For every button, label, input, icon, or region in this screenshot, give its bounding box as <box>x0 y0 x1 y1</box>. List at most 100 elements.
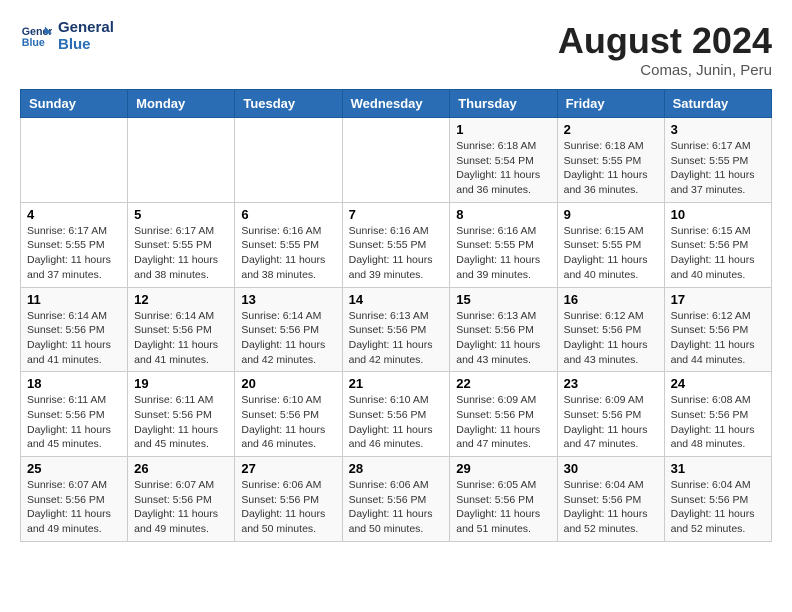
day-number: 13 <box>241 292 335 307</box>
calendar-cell: 30 Sunrise: 6:04 AM Sunset: 5:56 PM Dayli… <box>557 457 664 542</box>
calendar-cell: 22 Sunrise: 6:09 AM Sunset: 5:56 PM Dayli… <box>450 372 557 457</box>
day-number: 3 <box>671 122 765 137</box>
calendar-cell: 27 Sunrise: 6:06 AM Sunset: 5:56 PM Dayli… <box>235 457 342 542</box>
day-info: Sunrise: 6:13 AM Sunset: 5:56 PM Dayligh… <box>456 309 550 368</box>
day-number: 14 <box>349 292 444 307</box>
day-number: 16 <box>564 292 658 307</box>
day-number: 26 <box>134 461 228 476</box>
day-number: 18 <box>27 376 121 391</box>
calendar-cell: 31Sunrise: 6:04 AM Sunset: 5:56 PM Dayli… <box>664 457 771 542</box>
calendar-cell: 19Sunrise: 6:11 AM Sunset: 5:56 PM Dayli… <box>128 372 235 457</box>
calendar-cell: 12 Sunrise: 6:14 AM Sunset: 5:56 PM Dayli… <box>128 287 235 372</box>
title-block: August 2024 Comas, Junin, Peru <box>558 20 772 79</box>
day-info: Sunrise: 6:13 AM Sunset: 5:56 PM Dayligh… <box>349 309 444 368</box>
day-number: 31 <box>671 461 765 476</box>
day-info: Sunrise: 6:11 AM Sunset: 5:56 PM Dayligh… <box>27 393 121 452</box>
calendar-cell: 21 Sunrise: 6:10 AM Sunset: 5:56 PM Dayli… <box>342 372 450 457</box>
day-number: 30 <box>564 461 658 476</box>
day-info: Sunrise: 6:10 AM Sunset: 5:56 PM Dayligh… <box>349 393 444 452</box>
calendar-cell: 18 Sunrise: 6:11 AM Sunset: 5:56 PM Dayli… <box>21 372 128 457</box>
day-number: 24 <box>671 376 765 391</box>
svg-text:Blue: Blue <box>22 36 45 48</box>
day-number: 17 <box>671 292 765 307</box>
calendar-cell <box>128 118 235 203</box>
calendar-cell: 8Sunrise: 6:16 AM Sunset: 5:55 PM Daylig… <box>450 202 557 287</box>
day-number: 10 <box>671 207 765 222</box>
calendar-cell: 9 Sunrise: 6:15 AM Sunset: 5:55 PM Daylig… <box>557 202 664 287</box>
calendar-cell: 11 Sunrise: 6:14 AM Sunset: 5:56 PM Dayli… <box>21 287 128 372</box>
day-number: 1 <box>456 122 550 137</box>
calendar-cell: 4 Sunrise: 6:17 AM Sunset: 5:55 PM Daylig… <box>21 202 128 287</box>
day-info: Sunrise: 6:12 AM Sunset: 5:56 PM Dayligh… <box>564 309 658 368</box>
day-number: 11 <box>27 292 121 307</box>
day-number: 28 <box>349 461 444 476</box>
location: Comas, Junin, Peru <box>558 62 772 79</box>
day-number: 25 <box>27 461 121 476</box>
day-info: Sunrise: 6:05 AM Sunset: 5:56 PM Dayligh… <box>456 478 550 537</box>
day-number: 2 <box>564 122 658 137</box>
day-info: Sunrise: 6:18 AM Sunset: 5:55 PM Dayligh… <box>564 139 658 198</box>
col-header-friday: Friday <box>557 90 664 118</box>
calendar-cell: 17Sunrise: 6:12 AM Sunset: 5:56 PM Dayli… <box>664 287 771 372</box>
day-info: Sunrise: 6:15 AM Sunset: 5:56 PM Dayligh… <box>671 224 765 283</box>
logo-line1: General <box>58 20 114 37</box>
day-info: Sunrise: 6:18 AM Sunset: 5:54 PM Dayligh… <box>456 139 550 198</box>
day-info: Sunrise: 6:06 AM Sunset: 5:56 PM Dayligh… <box>349 478 444 537</box>
day-info: Sunrise: 6:04 AM Sunset: 5:56 PM Dayligh… <box>564 478 658 537</box>
col-header-monday: Monday <box>128 90 235 118</box>
calendar-body: 1 Sunrise: 6:18 AM Sunset: 5:54 PM Daylig… <box>21 118 772 542</box>
day-number: 7 <box>349 207 444 222</box>
day-number: 23 <box>564 376 658 391</box>
calendar-week-5: 25 Sunrise: 6:07 AM Sunset: 5:56 PM Dayli… <box>21 457 772 542</box>
day-info: Sunrise: 6:14 AM Sunset: 5:56 PM Dayligh… <box>134 309 228 368</box>
calendar-cell: 2 Sunrise: 6:18 AM Sunset: 5:55 PM Daylig… <box>557 118 664 203</box>
logo: General Blue General Blue <box>20 20 114 53</box>
calendar-cell: 28 Sunrise: 6:06 AM Sunset: 5:56 PM Dayli… <box>342 457 450 542</box>
calendar-week-1: 1 Sunrise: 6:18 AM Sunset: 5:54 PM Daylig… <box>21 118 772 203</box>
calendar-table: SundayMondayTuesdayWednesdayThursdayFrid… <box>20 89 772 542</box>
day-info: Sunrise: 6:08 AM Sunset: 5:56 PM Dayligh… <box>671 393 765 452</box>
day-info: Sunrise: 6:16 AM Sunset: 5:55 PM Dayligh… <box>349 224 444 283</box>
calendar-cell: 25 Sunrise: 6:07 AM Sunset: 5:56 PM Dayli… <box>21 457 128 542</box>
day-info: Sunrise: 6:17 AM Sunset: 5:55 PM Dayligh… <box>27 224 121 283</box>
day-info: Sunrise: 6:14 AM Sunset: 5:56 PM Dayligh… <box>241 309 335 368</box>
calendar-cell: 13 Sunrise: 6:14 AM Sunset: 5:56 PM Dayli… <box>235 287 342 372</box>
day-info: Sunrise: 6:14 AM Sunset: 5:56 PM Dayligh… <box>27 309 121 368</box>
day-info: Sunrise: 6:09 AM Sunset: 5:56 PM Dayligh… <box>456 393 550 452</box>
calendar-cell: 15 Sunrise: 6:13 AM Sunset: 5:56 PM Dayli… <box>450 287 557 372</box>
calendar-cell: 29 Sunrise: 6:05 AM Sunset: 5:56 PM Dayli… <box>450 457 557 542</box>
day-info: Sunrise: 6:10 AM Sunset: 5:56 PM Dayligh… <box>241 393 335 452</box>
day-number: 15 <box>456 292 550 307</box>
day-number: 12 <box>134 292 228 307</box>
col-header-thursday: Thursday <box>450 90 557 118</box>
calendar-cell: 3 Sunrise: 6:17 AM Sunset: 5:55 PM Daylig… <box>664 118 771 203</box>
day-info: Sunrise: 6:15 AM Sunset: 5:55 PM Dayligh… <box>564 224 658 283</box>
day-number: 9 <box>564 207 658 222</box>
calendar-cell: 7 Sunrise: 6:16 AM Sunset: 5:55 PM Daylig… <box>342 202 450 287</box>
col-header-saturday: Saturday <box>664 90 771 118</box>
col-header-tuesday: Tuesday <box>235 90 342 118</box>
day-number: 21 <box>349 376 444 391</box>
day-info: Sunrise: 6:09 AM Sunset: 5:56 PM Dayligh… <box>564 393 658 452</box>
day-info: Sunrise: 6:07 AM Sunset: 5:56 PM Dayligh… <box>134 478 228 537</box>
day-number: 4 <box>27 207 121 222</box>
calendar-cell: 1 Sunrise: 6:18 AM Sunset: 5:54 PM Daylig… <box>450 118 557 203</box>
calendar-cell <box>342 118 450 203</box>
calendar-cell: 10 Sunrise: 6:15 AM Sunset: 5:56 PM Dayli… <box>664 202 771 287</box>
calendar-cell: 26 Sunrise: 6:07 AM Sunset: 5:56 PM Dayli… <box>128 457 235 542</box>
day-number: 27 <box>241 461 335 476</box>
day-info: Sunrise: 6:17 AM Sunset: 5:55 PM Dayligh… <box>671 139 765 198</box>
calendar-cell: 14 Sunrise: 6:13 AM Sunset: 5:56 PM Dayli… <box>342 287 450 372</box>
day-info: Sunrise: 6:06 AM Sunset: 5:56 PM Dayligh… <box>241 478 335 537</box>
day-number: 29 <box>456 461 550 476</box>
calendar-week-3: 11 Sunrise: 6:14 AM Sunset: 5:56 PM Dayli… <box>21 287 772 372</box>
month-title: August 2024 <box>558 20 772 62</box>
day-number: 6 <box>241 207 335 222</box>
day-number: 8 <box>456 207 550 222</box>
col-header-wednesday: Wednesday <box>342 90 450 118</box>
calendar-cell <box>21 118 128 203</box>
logo-icon: General Blue <box>20 21 52 53</box>
day-info: Sunrise: 6:07 AM Sunset: 5:56 PM Dayligh… <box>27 478 121 537</box>
day-number: 22 <box>456 376 550 391</box>
col-header-sunday: Sunday <box>21 90 128 118</box>
